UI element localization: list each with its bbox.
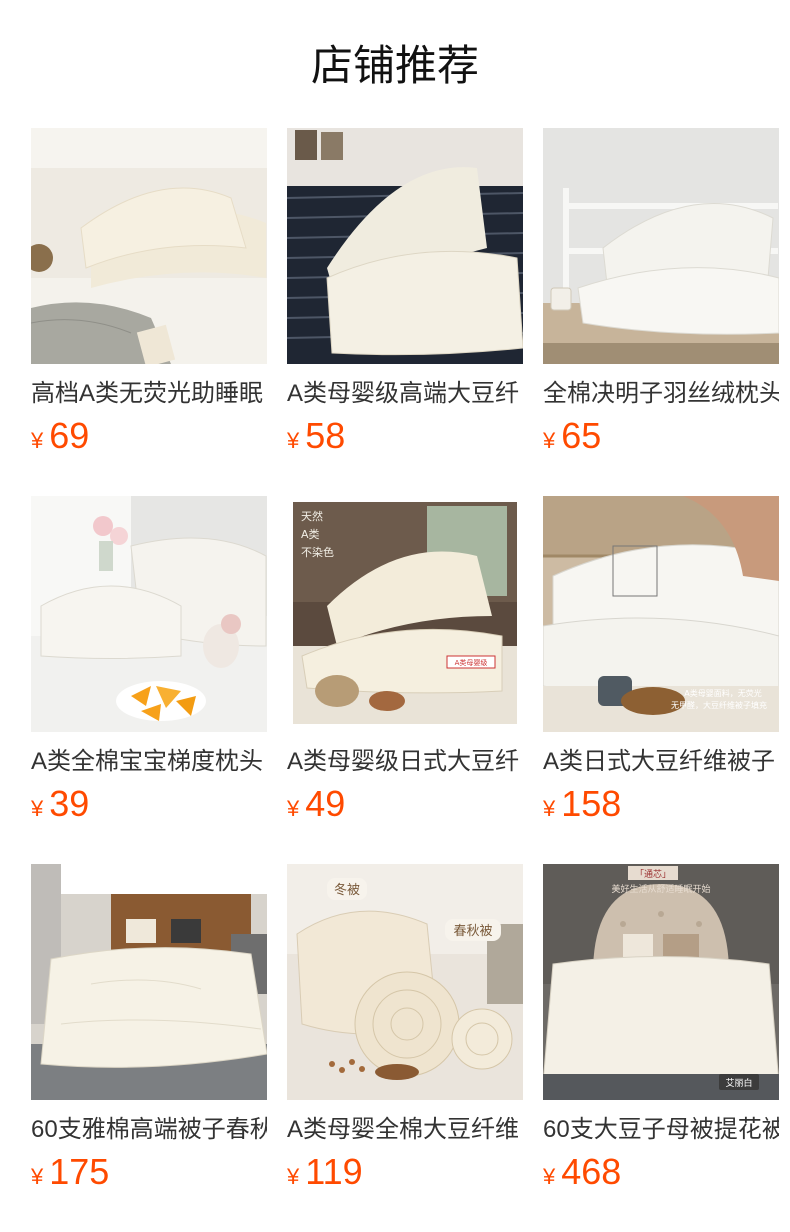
currency-symbol: ¥	[287, 796, 300, 821]
product-price: ¥ 49	[287, 782, 523, 828]
price-value: 49	[305, 783, 346, 824]
tag-winter-quilt: 冬被	[334, 882, 360, 898]
image-note-1: A类母婴面料，无荧光	[684, 688, 761, 698]
currency-symbol: ¥	[31, 1164, 44, 1189]
price-value: 468	[561, 1151, 622, 1192]
product-price: ¥ 175	[31, 1150, 267, 1196]
product-image[interactable]	[287, 128, 523, 364]
product-card[interactable]: A类母婴级高端大豆纤 ¥ 58	[287, 128, 523, 496]
product-price: ¥ 468	[543, 1150, 779, 1196]
price-value: 119	[305, 1151, 363, 1192]
product-label-overlay: A类母婴级	[455, 658, 488, 667]
currency-symbol: ¥	[31, 428, 44, 453]
currency-symbol: ¥	[31, 796, 44, 821]
product-name[interactable]: A类日式大豆纤维被子	[543, 746, 779, 778]
price-value: 69	[49, 415, 90, 456]
price-value: 39	[49, 783, 90, 824]
product-image[interactable]	[31, 496, 267, 732]
currency-symbol: ¥	[543, 796, 556, 821]
image-script-text: 美好生活从舒适睡眠开始	[611, 883, 710, 895]
product-card[interactable]: 全棉决明子羽丝绒枕头 ¥ 65	[543, 128, 779, 496]
product-name[interactable]: 60支雅棉高端被子春秋	[31, 1114, 267, 1146]
product-card[interactable]: A类全棉宝宝梯度枕头 ¥ 39	[31, 496, 267, 864]
tag-spring-autumn-quilt: 春秋被	[453, 924, 492, 939]
page-title: 店铺推荐	[310, 42, 479, 89]
price-value: 175	[49, 1151, 110, 1192]
product-name[interactable]: 高档A类无荧光助睡眠	[31, 378, 267, 410]
product-price: ¥ 119	[287, 1150, 523, 1196]
product-image[interactable]: A类母婴面料，无荧光 无甲醛，大豆纤维被子填充	[543, 496, 779, 732]
product-name[interactable]: 60支大豆子母被提花被	[543, 1114, 779, 1146]
product-name[interactable]: 全棉决明子羽丝绒枕头	[543, 378, 779, 410]
price-value: 65	[561, 415, 602, 456]
product-card[interactable]: 「通芯」 美好生活从舒适睡眠开始 艾丽白 60支大豆子母被提花被 ¥ 468	[543, 864, 779, 1232]
image-tag-top: 「通芯」	[635, 868, 671, 880]
product-card[interactable]: 60支雅棉高端被子春秋 ¥ 175	[31, 864, 267, 1232]
product-card[interactable]: A类母婴级 天然 A类 不染色 A类母婴级日式大豆纤 ¥ 49	[287, 496, 523, 864]
product-image[interactable]: 冬被 春秋被	[287, 864, 523, 1100]
currency-symbol: ¥	[543, 428, 556, 453]
tag-grade-a: A类	[301, 527, 320, 541]
image-note-2: 无甲醛，大豆纤维被子填充	[671, 700, 767, 710]
image-badge: 艾丽白	[725, 1077, 752, 1089]
product-image[interactable]: A类母婴级 天然 A类 不染色	[287, 496, 523, 732]
product-name[interactable]: A类全棉宝宝梯度枕头	[31, 746, 267, 778]
currency-symbol: ¥	[287, 428, 300, 453]
product-price: ¥ 58	[287, 414, 523, 460]
product-name[interactable]: A类母婴级日式大豆纤	[287, 746, 523, 778]
product-card[interactable]: A类母婴面料，无荧光 无甲醛，大豆纤维被子填充 A类日式大豆纤维被子 ¥ 158	[543, 496, 779, 864]
product-image[interactable]	[543, 128, 779, 364]
product-price: ¥ 39	[31, 782, 267, 828]
product-price: ¥ 65	[543, 414, 779, 460]
product-grid: 高档A类无荧光助睡眠 ¥ 69 A类母婴级高端大豆纤 ¥ 58 全棉决明子羽丝绒…	[31, 128, 779, 1232]
price-value: 58	[305, 415, 346, 456]
tag-no-dye: 不染色	[301, 545, 334, 559]
product-card[interactable]: 冬被 春秋被 A类母婴全棉大豆纤维 ¥ 119	[287, 864, 523, 1232]
product-name[interactable]: A类母婴全棉大豆纤维	[287, 1114, 523, 1146]
product-image[interactable]	[31, 864, 267, 1100]
product-card[interactable]: 高档A类无荧光助睡眠 ¥ 69	[31, 128, 267, 496]
tag-natural: 天然	[301, 509, 323, 523]
product-price: ¥ 158	[543, 782, 779, 828]
product-image[interactable]: 「通芯」 美好生活从舒适睡眠开始 艾丽白	[543, 864, 779, 1100]
currency-symbol: ¥	[287, 1164, 300, 1189]
product-price: ¥ 69	[31, 414, 267, 460]
currency-symbol: ¥	[543, 1164, 556, 1189]
product-name[interactable]: A类母婴级高端大豆纤	[287, 378, 523, 410]
product-image[interactable]	[31, 128, 267, 364]
price-value: 158	[561, 783, 622, 824]
